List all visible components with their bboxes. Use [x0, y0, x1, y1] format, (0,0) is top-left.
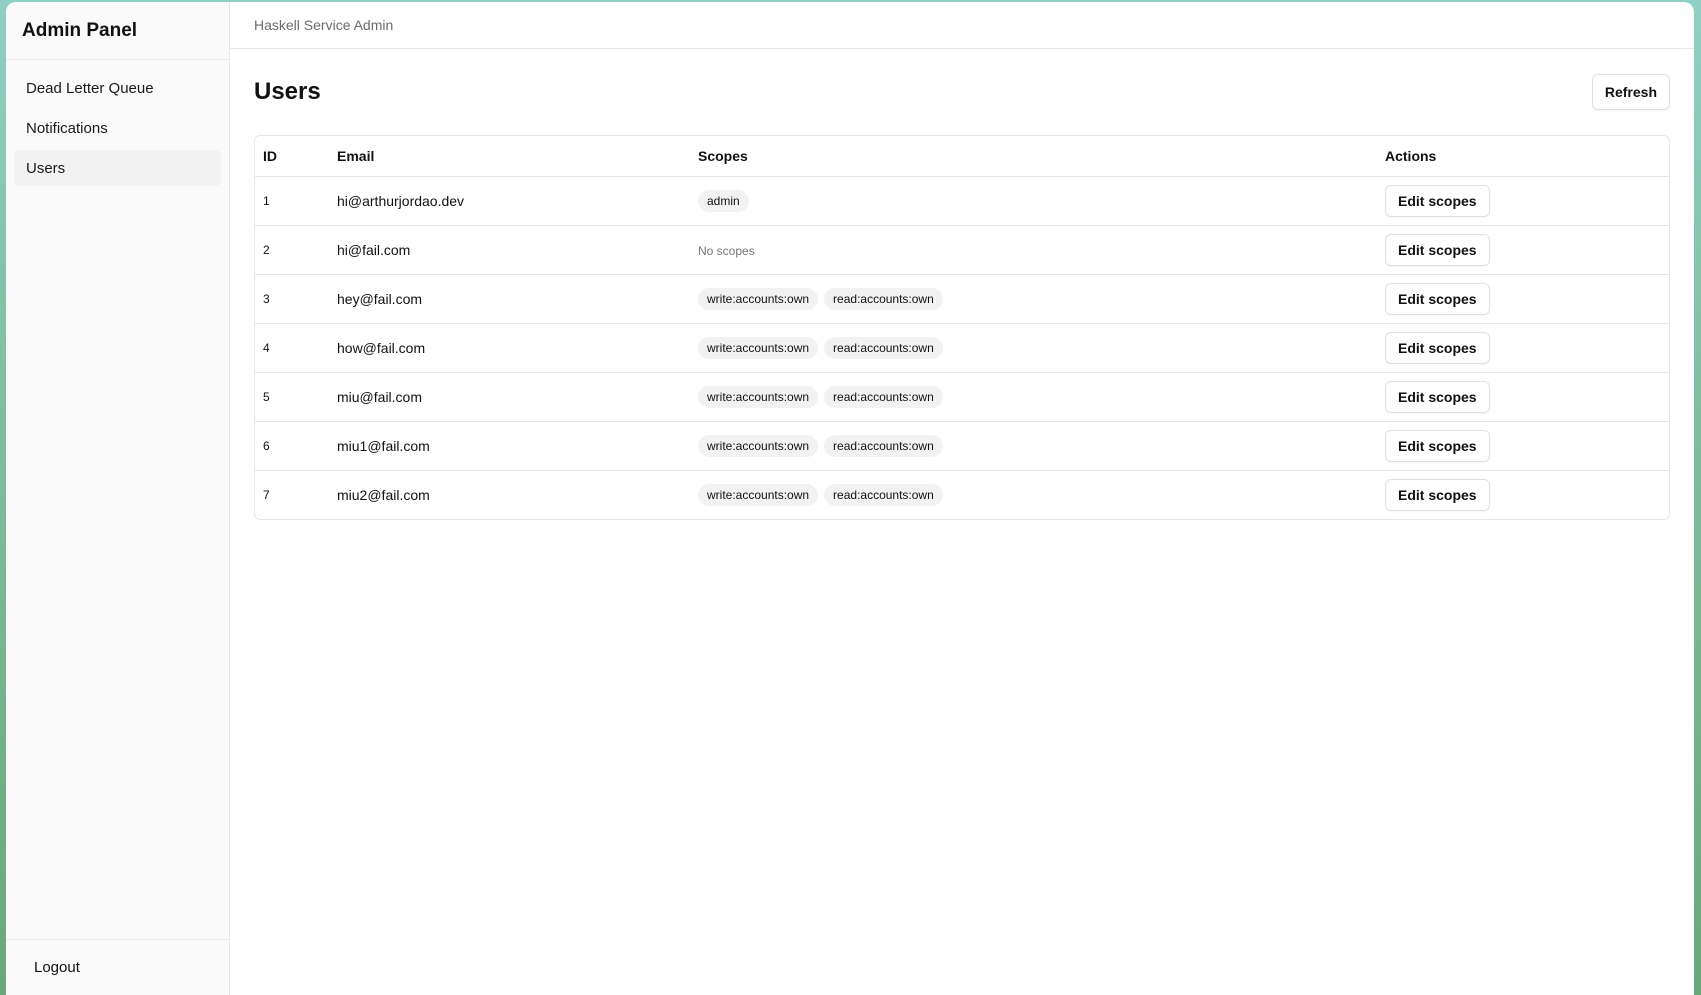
user-id-cell: 4 — [255, 323, 329, 373]
user-scopes-cell: write:accounts:own read:accounts:own — [690, 421, 1377, 471]
column-header-scopes: Scopes — [690, 136, 1377, 177]
scope-badge: write:accounts:own — [698, 386, 819, 408]
user-email-cell: miu@fail.com — [329, 372, 690, 422]
scope-badge: read:accounts:own — [824, 484, 943, 506]
user-scopes-cell: admin — [690, 176, 1377, 226]
scope-badge: read:accounts:own — [824, 337, 943, 359]
table-row: 3 hey@fail.com write:accounts:own read:acco… — [255, 274, 1669, 324]
user-actions-cell: Edit scopes — [1377, 323, 1669, 373]
user-id-cell: 2 — [255, 225, 329, 275]
table-header-row: ID Email Scopes Actions — [255, 136, 1669, 177]
scope-badge: admin — [698, 190, 749, 212]
scope-badge: read:accounts:own — [824, 386, 943, 408]
user-scopes-cell: No scopes — [690, 225, 1377, 275]
user-email-cell: hey@fail.com — [329, 274, 690, 324]
column-header-actions: Actions — [1377, 136, 1669, 177]
scope-badge: read:accounts:own — [824, 288, 943, 310]
sidebar: Admin Panel Dead Letter Queue Notificati… — [6, 2, 230, 995]
table-row: 1 hi@arthurjordao.dev admin Edit scopes — [255, 176, 1669, 226]
service-title: Haskell Service Admin — [254, 17, 394, 33]
user-actions-cell: Edit scopes — [1377, 176, 1669, 226]
sidebar-header: Admin Panel — [6, 2, 229, 60]
user-email-cell: miu1@fail.com — [329, 421, 690, 471]
edit-scopes-button[interactable]: Edit scopes — [1385, 332, 1490, 364]
users-table: ID Email Scopes Actions 1 hi@arthurjordao… — [255, 136, 1669, 519]
app-window: Admin Panel Dead Letter Queue Notificati… — [6, 2, 1694, 995]
column-header-id: ID — [255, 136, 329, 177]
scope-badge: write:accounts:own — [698, 435, 819, 457]
user-id-cell: 7 — [263, 488, 270, 502]
sidebar-item-users[interactable]: Users — [14, 150, 221, 186]
user-actions-cell: Edit scopes — [1377, 421, 1669, 471]
user-actions-cell: Edit scopes — [1377, 471, 1669, 520]
sidebar-item-dead-letter-queue[interactable]: Dead Letter Queue — [14, 70, 221, 106]
user-actions-cell: Edit scopes — [1377, 225, 1669, 275]
table-row: 2 hi@fail.com No scopes Edit scopes — [255, 225, 1669, 275]
table-row: 5 miu@fail.com write:accounts:own read:acco… — [255, 372, 1669, 422]
logout-button[interactable]: Logout — [34, 959, 80, 976]
user-scopes-cell: write:accounts:own read:accounts:own — [690, 323, 1377, 373]
page-header: Users Refresh — [254, 49, 1670, 135]
page-title: Users — [254, 78, 321, 105]
refresh-button[interactable]: Refresh — [1591, 74, 1670, 110]
content: Users Refresh ID Email Scopes Actions 1h… — [230, 49, 1694, 520]
sidebar-footer: Logout — [6, 939, 229, 995]
edit-scopes-button[interactable]: Edit scopes — [1385, 381, 1490, 413]
edit-scopes-button[interactable]: Edit scopes — [1385, 185, 1490, 217]
edit-scopes-button[interactable]: Edit scopes — [1385, 283, 1490, 315]
table-body: 1 hi@arthurjordao.dev admin Edit scopes 2 hi@… — [255, 176, 1669, 520]
no-scopes-text: No scopes — [698, 244, 755, 258]
user-id-cell: 1 — [255, 176, 329, 226]
table-row: 7 miu2@fail.com write:accounts:own read:acc… — [255, 471, 1669, 520]
user-scopes-cell: write:accounts:own read:accounts:own — [690, 274, 1377, 324]
topbar: Haskell Service Admin — [230, 2, 1694, 49]
user-email-cell: how@fail.com — [329, 323, 690, 373]
sidebar-nav: Dead Letter Queue Notifications Users — [6, 60, 229, 939]
user-actions-cell: Edit scopes — [1377, 274, 1669, 324]
edit-scopes-button[interactable]: Edit scopes — [1385, 430, 1490, 462]
scope-badge: write:accounts:own — [698, 484, 819, 506]
main-area: Haskell Service Admin Users Refresh ID E… — [230, 2, 1694, 995]
scope-badge: write:accounts:own — [698, 337, 819, 359]
table-row: 4 how@fail.com write:accounts:own read:acco… — [255, 323, 1669, 373]
user-email-cell: hi@arthurjordao.dev — [329, 176, 690, 226]
user-scopes-cell: write:accounts:own read:accounts:own — [690, 471, 1377, 520]
user-id-cell: 3 — [255, 274, 329, 324]
user-id-cell: 6 — [255, 421, 329, 471]
user-scopes-cell: write:accounts:own read:accounts:own — [690, 372, 1377, 422]
column-header-email: Email — [329, 136, 690, 177]
scope-badge: write:accounts:own — [698, 288, 819, 310]
user-id-cell: 5 — [255, 372, 329, 422]
users-table-container: ID Email Scopes Actions 1 hi@arthurjordao… — [254, 135, 1670, 520]
sidebar-item-notifications[interactable]: Notifications — [14, 110, 221, 146]
table-row: 6 miu1@fail.com write:accounts:own read:acc… — [255, 421, 1669, 471]
user-email-cell: hi@fail.com — [329, 225, 690, 275]
edit-scopes-button[interactable]: Edit scopes — [1385, 479, 1490, 511]
scope-badge: read:accounts:own — [824, 435, 943, 457]
app-title: Admin Panel — [22, 19, 138, 41]
user-actions-cell: Edit scopes — [1377, 372, 1669, 422]
user-email-cell: miu2@fail.com — [337, 487, 430, 503]
edit-scopes-button[interactable]: Edit scopes — [1385, 234, 1490, 266]
